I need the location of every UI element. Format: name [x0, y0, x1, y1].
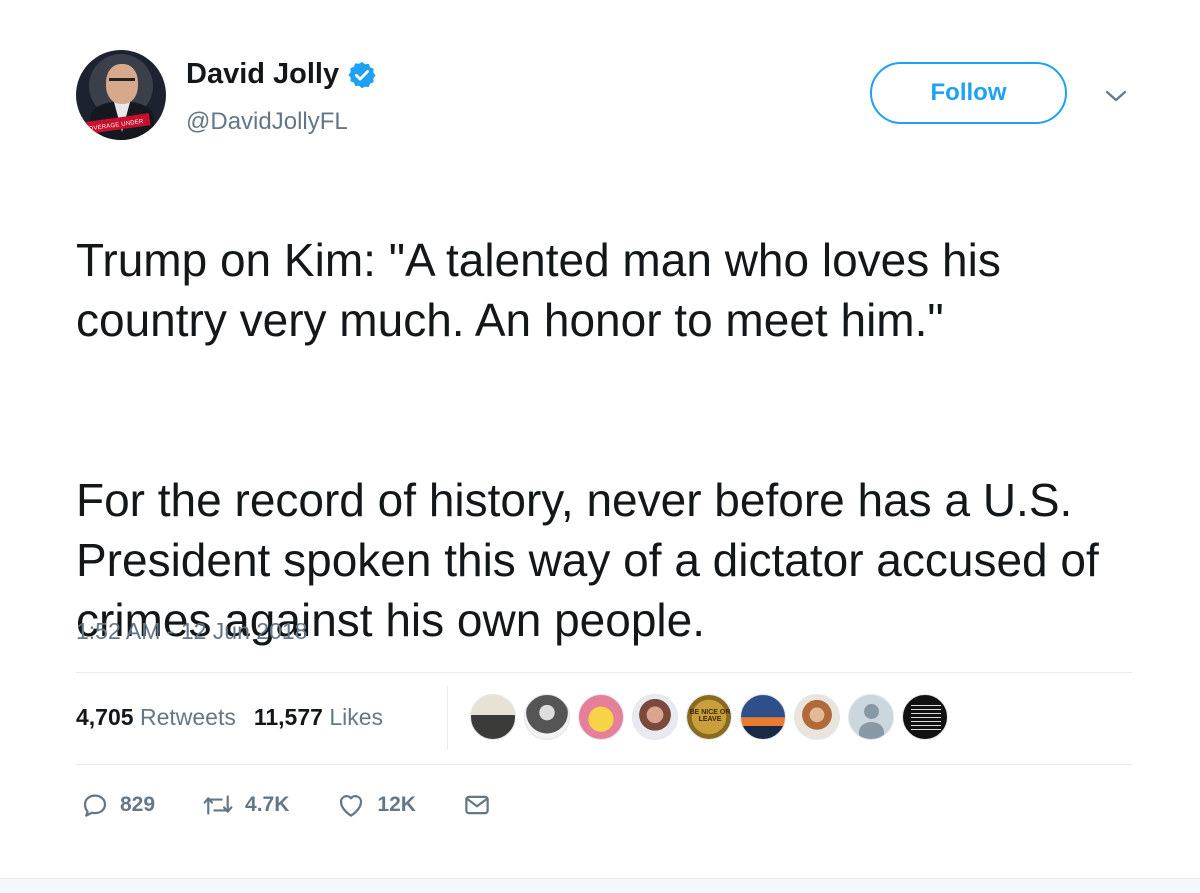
- likes-label: Likes: [329, 704, 384, 730]
- verified-badge-icon: [347, 60, 377, 90]
- liker-avatar[interactable]: [470, 694, 516, 740]
- liker-avatar-default[interactable]: [848, 694, 894, 740]
- tweet-stats: 4,705 Retweets 11,577 Likes: [76, 704, 401, 731]
- likes-stat[interactable]: 11,577 Likes: [254, 704, 383, 731]
- tweet-actions: 829 4.7K 12K: [80, 790, 548, 820]
- retweets-count: 4,705: [76, 704, 134, 730]
- follow-button[interactable]: Follow: [870, 62, 1067, 124]
- liker-badge-text: BE NICE OR LEAVE: [689, 709, 731, 723]
- reply-count: 829: [120, 793, 156, 816]
- liker-avatar[interactable]: [632, 694, 678, 740]
- liker-avatar[interactable]: BE NICE OR LEAVE: [686, 694, 732, 740]
- author-name-row: David Jolly: [186, 58, 377, 91]
- liker-avatar[interactable]: [524, 694, 570, 740]
- like-button[interactable]: 12K: [335, 790, 416, 820]
- liker-avatar[interactable]: [740, 694, 786, 740]
- liker-avatar[interactable]: [578, 694, 624, 740]
- direct-message-button[interactable]: [462, 790, 502, 820]
- tweet-card: COVERAGE UNDER David Jolly @DavidJollyFL…: [0, 0, 1200, 880]
- message-icon: [465, 795, 489, 815]
- liker-avatar[interactable]: [902, 694, 948, 740]
- page-footer-strip: [0, 878, 1200, 893]
- retweets-label: Retweets: [139, 704, 236, 730]
- retweet-icon: [203, 795, 233, 815]
- like-icon: [340, 795, 363, 817]
- likers-avatars: BE NICE OR LEAVE: [470, 694, 956, 740]
- liker-avatar[interactable]: [794, 694, 840, 740]
- tweet-paragraph: Trump on Kim: "A talented man who loves …: [76, 234, 1001, 346]
- tweet-timestamp[interactable]: 1:52 AM - 12 Jun 2018: [76, 618, 307, 645]
- reply-button[interactable]: 829: [80, 790, 155, 820]
- retweet-button[interactable]: 4.7K: [201, 790, 289, 820]
- divider: [76, 672, 1132, 673]
- likes-count: 11,577: [253, 704, 323, 730]
- avatar[interactable]: COVERAGE UNDER: [76, 50, 166, 140]
- divider: [76, 764, 1132, 765]
- stats-separator: [447, 686, 448, 750]
- author-handle[interactable]: @DavidJollyFL: [186, 108, 348, 136]
- author-display-name[interactable]: David Jolly: [186, 58, 339, 91]
- like-count: 12K: [377, 793, 416, 816]
- reply-icon: [83, 794, 107, 817]
- retweet-count: 4.7K: [245, 793, 290, 816]
- chevron-down-icon[interactable]: [1104, 86, 1128, 106]
- retweets-stat[interactable]: 4,705 Retweets: [76, 704, 236, 731]
